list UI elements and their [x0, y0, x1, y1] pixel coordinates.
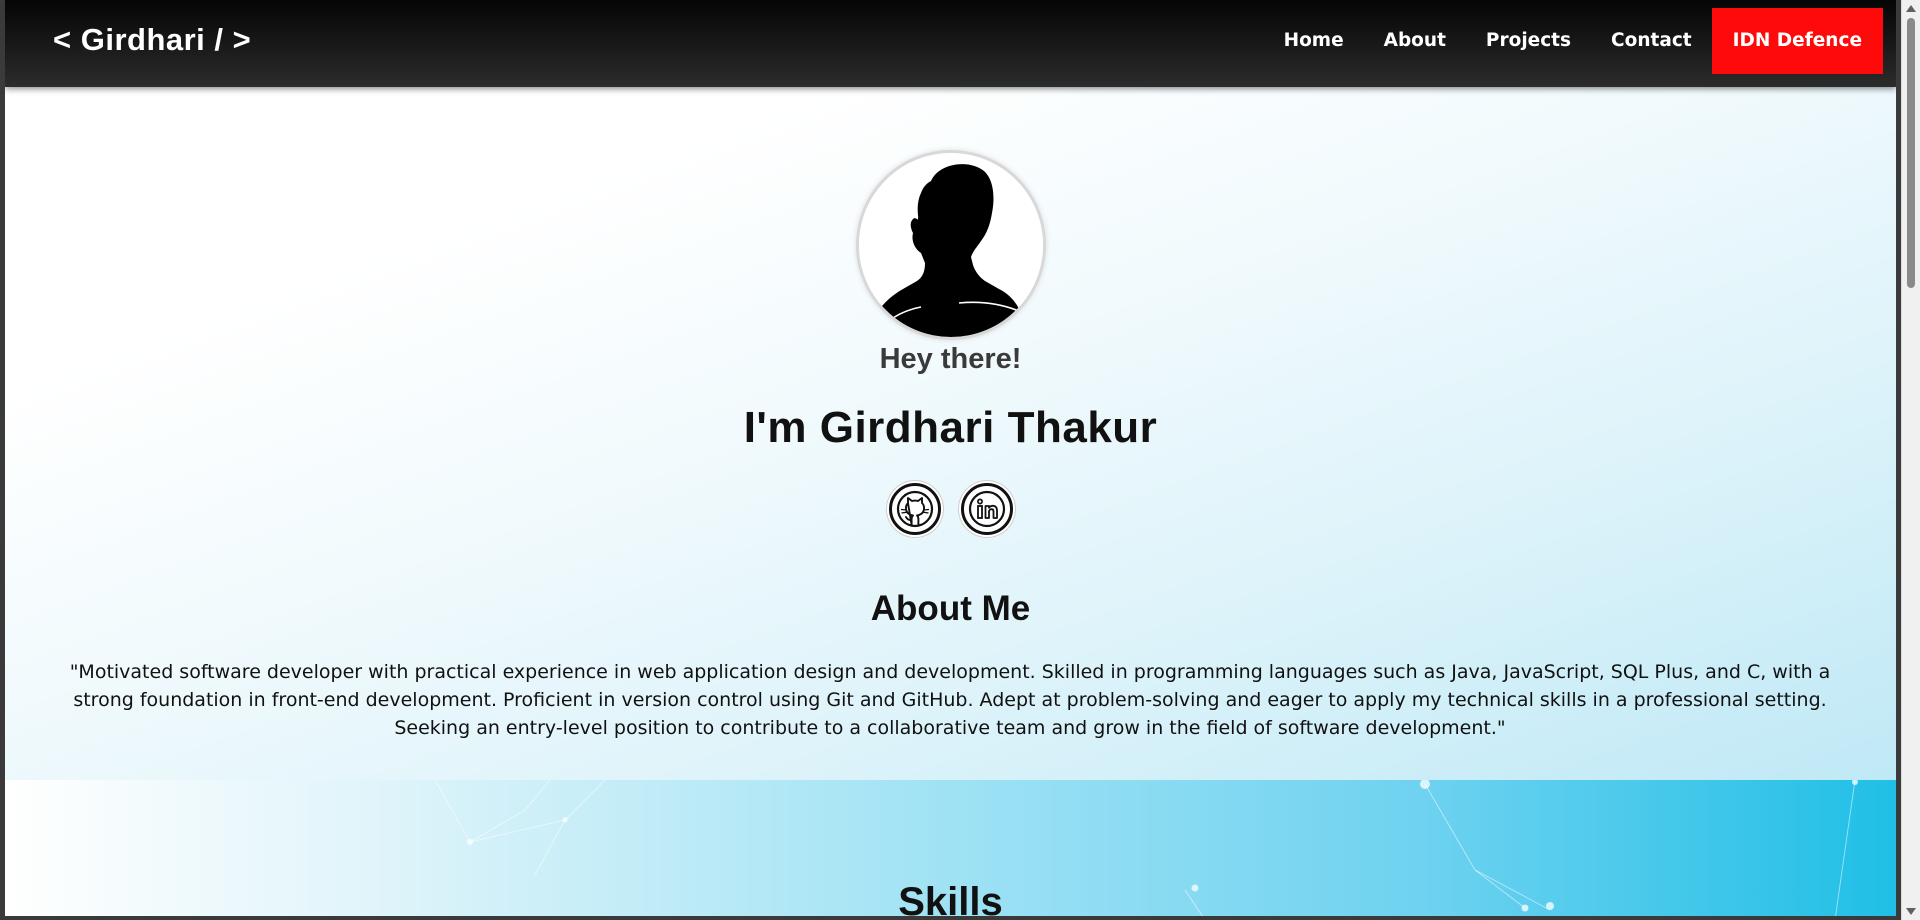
greeting-text: Hey there! [879, 343, 1022, 375]
vertical-scrollbar[interactable] [1901, 0, 1920, 920]
nav-link-projects[interactable]: Projects [1466, 8, 1591, 74]
hero-name-heading: I'm Girdhari Thakur [743, 403, 1158, 452]
site-logo[interactable]: < Girdhari / > [53, 22, 251, 58]
nav-link-home[interactable]: Home [1264, 8, 1364, 74]
scroll-down-arrow-icon[interactable] [1906, 908, 1916, 915]
top-navbar: < Girdhari / > Home About Projects Conta… [5, 0, 1896, 87]
github-link[interactable] [888, 483, 941, 535]
profile-avatar [856, 150, 1046, 340]
idn-defence-button[interactable]: IDN Defence [1711, 8, 1883, 74]
portfolio-page: < Girdhari / > Home About Projects Conta… [5, 0, 1896, 916]
nav-link-contact[interactable]: Contact [1591, 8, 1712, 74]
linkedin-icon [968, 490, 1005, 528]
about-me-heading: About Me [870, 589, 1031, 628]
scroll-up-arrow-icon[interactable] [1906, 5, 1916, 12]
hero-section: Hey there! I'm Girdhari Thakur About Me … [5, 87, 1896, 780]
skills-heading: Skills [898, 880, 1003, 916]
skills-section: Skills [5, 780, 1896, 916]
social-links [5, 483, 1896, 535]
browser-viewport: < Girdhari / > Home About Projects Conta… [0, 0, 1920, 920]
nav-links: Home About Projects Contact IDN Defence [1264, 8, 1883, 74]
scrollbar-thumb[interactable] [1907, 18, 1915, 288]
github-icon [896, 490, 933, 528]
linkedin-link[interactable] [960, 483, 1013, 535]
nav-link-about[interactable]: About [1364, 8, 1466, 74]
person-silhouette-icon [859, 153, 1043, 337]
about-me-paragraph: "Motivated software developer with pract… [69, 661, 1831, 739]
